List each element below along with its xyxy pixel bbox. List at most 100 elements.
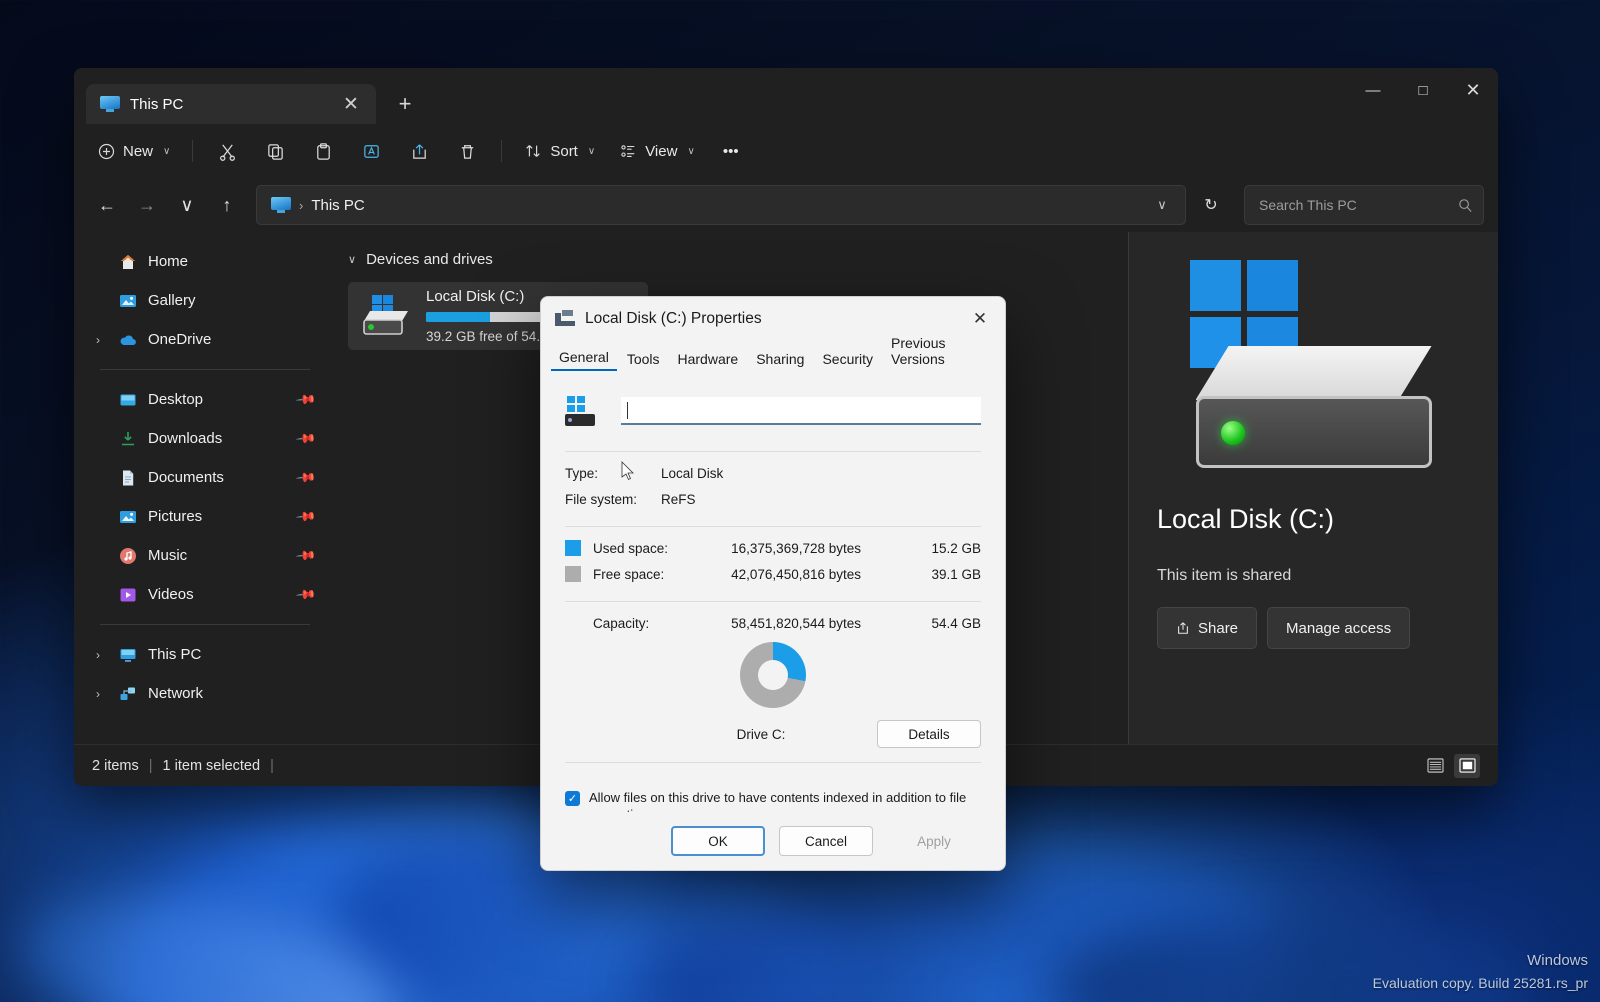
sidebar-item-music[interactable]: › Music 📌 [82, 536, 322, 575]
chevron-right-icon[interactable]: › [88, 687, 108, 701]
space-bytes: 42,076,450,816 bytes [673, 567, 919, 582]
trash-icon [458, 142, 477, 161]
index-contents-checkbox-row[interactable]: ✓ Allow files on this drive to have cont… [565, 789, 981, 812]
sidebar-label: Downloads [148, 430, 288, 447]
pin-icon[interactable]: 📌 [295, 505, 318, 528]
minimize-button[interactable]: — [1348, 68, 1398, 112]
paste-button[interactable] [301, 132, 345, 170]
plus-circle-icon [98, 143, 115, 160]
recent-locations-button[interactable]: ∨ [168, 186, 206, 224]
new-button[interactable]: New ∨ [88, 132, 180, 170]
pin-icon[interactable]: 📌 [295, 427, 318, 450]
wallpaper-ribbon-4 [9, 867, 412, 1002]
sidebar-label: This PC [148, 646, 314, 663]
close-window-button[interactable]: ✕ [1448, 68, 1498, 112]
pin-icon[interactable]: 📌 [295, 544, 318, 567]
status-separator-1: | [149, 758, 153, 774]
tab-this-pc[interactable]: This PC ✕ [86, 84, 376, 124]
details-pane: Local Disk (C:) This item is shared Shar… [1128, 232, 1498, 744]
tab-general[interactable]: General [551, 346, 617, 371]
thispc-icon [118, 645, 138, 665]
tab-hardware[interactable]: Hardware [670, 348, 747, 371]
volume-name-row [565, 385, 981, 437]
large-icons-view-button[interactable] [1454, 754, 1480, 778]
space-row-free: Free space: 42,076,450,816 bytes 39.1 GB [565, 561, 981, 587]
sidebar-item-pictures[interactable]: › Pictures 📌 [82, 497, 322, 536]
volume-label-input[interactable] [621, 397, 981, 425]
capacity-swatch-placeholder [565, 615, 581, 631]
address-bar[interactable]: › This PC ∨ [256, 185, 1186, 225]
breadcrumb[interactable]: This PC [311, 197, 364, 214]
more-options-button[interactable]: ••• [709, 132, 753, 170]
space-row-used: Used space: 16,375,369,728 bytes 15.2 GB [565, 535, 981, 561]
sidebar-item-home[interactable]: › Home [82, 242, 322, 281]
view-button[interactable]: View ∨ [609, 132, 705, 170]
ok-button[interactable]: OK [671, 826, 765, 856]
tab-sharing[interactable]: Sharing [748, 348, 812, 371]
search-input[interactable]: Search This PC [1244, 185, 1484, 225]
sidebar-label: Pictures [148, 508, 288, 525]
share-icon [410, 142, 429, 161]
drive-caption: Drive C: [565, 727, 877, 742]
tab-tools[interactable]: Tools [619, 348, 668, 371]
close-tab-icon[interactable]: ✕ [336, 89, 366, 119]
pin-icon[interactable]: 📌 [295, 466, 318, 489]
onedrive-icon [118, 330, 138, 350]
maximize-button[interactable]: □ [1398, 68, 1448, 112]
delete-button[interactable] [445, 132, 489, 170]
details-view-button[interactable] [1422, 754, 1448, 778]
refresh-button[interactable]: ↻ [1192, 186, 1230, 224]
cancel-button[interactable]: Cancel [779, 826, 873, 856]
sidebar-item-this-pc[interactable]: › This PC [82, 635, 322, 674]
sidebar-item-documents[interactable]: › Documents 📌 [82, 458, 322, 497]
search-icon [1458, 198, 1473, 213]
sidebar-label: Desktop [148, 391, 288, 408]
used-space-swatch [565, 540, 581, 556]
share-action-button[interactable]: Share [1157, 607, 1257, 649]
new-tab-icon[interactable]: + [390, 89, 420, 119]
window-controls: — □ ✕ [1348, 68, 1498, 112]
chevron-right-icon[interactable]: › [88, 333, 108, 347]
status-separator-2: | [270, 758, 274, 774]
info-row-type: Type: Local Disk [565, 460, 981, 486]
watermark-line-2: Evaluation copy. Build 25281.rs_pr [1373, 972, 1588, 994]
forward-button[interactable]: → [128, 186, 166, 224]
details-button[interactable]: Details [877, 720, 981, 748]
tab-previous-versions[interactable]: Previous Versions [883, 332, 995, 371]
sidebar-item-network[interactable]: › Network [82, 674, 322, 713]
apply-button[interactable]: Apply [887, 826, 981, 856]
sidebar-label: Gallery [148, 292, 314, 309]
dialog-close-button[interactable]: ✕ [961, 302, 999, 336]
chevron-down-icon[interactable]: ∨ [348, 253, 356, 266]
info-key: Type: [565, 466, 661, 481]
cut-button[interactable] [205, 132, 249, 170]
sidebar-divider-1 [100, 369, 310, 370]
sidebar-item-onedrive[interactable]: › OneDrive [82, 320, 322, 359]
pin-icon[interactable]: 📌 [295, 583, 318, 606]
share-button[interactable] [397, 132, 441, 170]
view-icon [619, 142, 637, 160]
sidebar-item-downloads[interactable]: › Downloads 📌 [82, 419, 322, 458]
manage-access-button[interactable]: Manage access [1267, 607, 1410, 649]
sidebar-item-gallery[interactable]: › Gallery [82, 281, 322, 320]
sidebar-item-videos[interactable]: › Videos 📌 [82, 575, 322, 614]
devices-and-drives-group-header[interactable]: ∨ Devices and drives [348, 246, 1128, 272]
tab-security[interactable]: Security [814, 348, 881, 371]
info-value: ReFS [661, 492, 981, 507]
sidebar-item-desktop[interactable]: › Desktop 📌 [82, 380, 322, 419]
back-button[interactable]: ← [88, 186, 126, 224]
status-item-count: 2 items [92, 758, 139, 774]
sidebar-label: Music [148, 547, 288, 564]
sort-button[interactable]: Sort ∨ [514, 132, 605, 170]
copy-button[interactable] [253, 132, 297, 170]
address-chevron-down-icon[interactable]: ∨ [1147, 190, 1177, 220]
windows-logo-icon [567, 396, 585, 412]
chevron-right-icon[interactable]: › [88, 648, 108, 662]
pin-icon[interactable]: 📌 [295, 388, 318, 411]
details-pane-actions: Share Manage access [1157, 607, 1470, 649]
index-contents-checkbox[interactable]: ✓ [565, 791, 580, 806]
dialog-content-general: Type: Local Disk File system: ReFS Used … [541, 371, 1005, 812]
search-placeholder: Search This PC [1259, 197, 1458, 213]
up-button[interactable]: ↑ [208, 186, 246, 224]
rename-button[interactable] [349, 132, 393, 170]
